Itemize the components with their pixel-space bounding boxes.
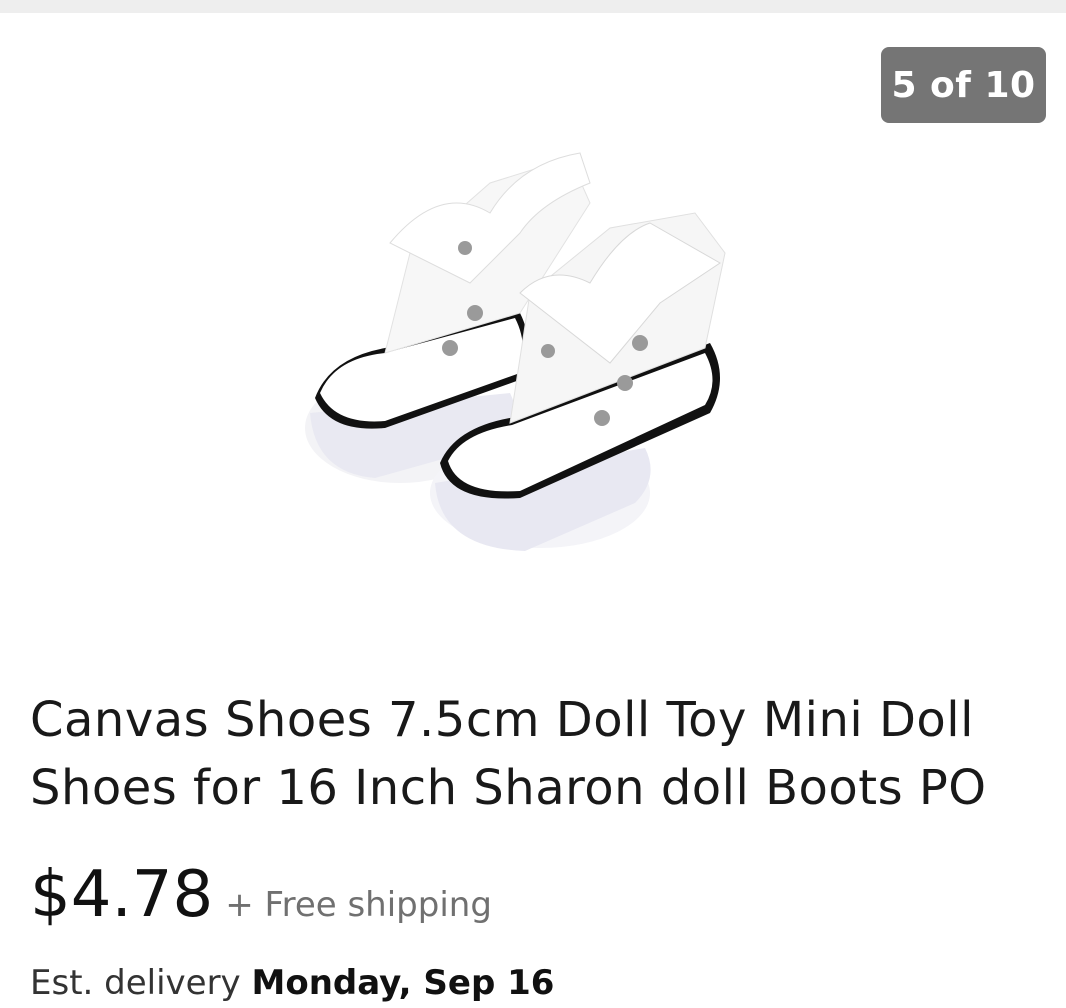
delivery-estimate: Est. delivery Monday, Sep 16 [30,958,554,1008]
shipping-info: + Free shipping [225,885,492,925]
product-title: Canvas Shoes 7.5cm Doll Toy Mini Doll Sh… [30,692,987,816]
image-counter-badge: 5 of 10 [881,47,1046,123]
product-price: $4.78 [30,858,214,932]
delivery-label: Est. delivery [30,963,241,1003]
top-strip [0,0,1066,13]
product-image[interactable] [290,143,740,563]
image-gallery[interactable]: 5 of 10 [0,13,1066,653]
delivery-date: Monday, Sep 16 [251,963,555,1003]
price-row: $4.78 + Free shipping [30,855,492,935]
